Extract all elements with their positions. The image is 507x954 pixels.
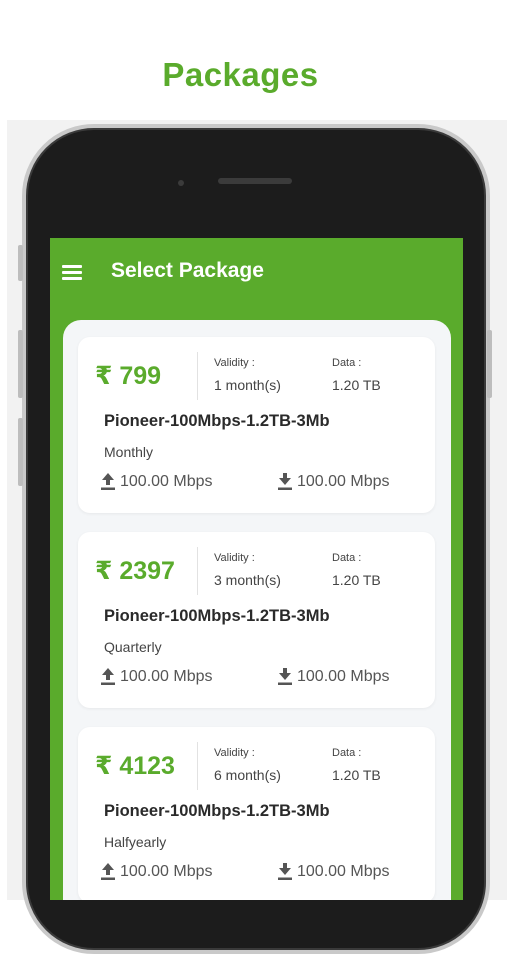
package-card-quarterly[interactable]: ₹ 2397 Validity : 3 month(s) Data : 1.20… bbox=[78, 532, 435, 708]
package-price: ₹ 799 bbox=[95, 362, 162, 390]
package-card-halfyearly[interactable]: ₹ 4123 Validity : 6 month(s) Data : 1.20… bbox=[78, 727, 435, 900]
earpiece-speaker bbox=[218, 178, 292, 184]
download-icon bbox=[278, 473, 292, 490]
data-value: 1.20 TB bbox=[332, 767, 381, 783]
package-card-monthly[interactable]: ₹ 799 Validity : 1 month(s) Data : 1.20 … bbox=[78, 337, 435, 513]
power-button bbox=[487, 330, 492, 398]
package-price: ₹ 2397 bbox=[95, 557, 175, 585]
volume-down-button bbox=[18, 418, 23, 486]
package-period: Quarterly bbox=[104, 639, 162, 655]
download-speed-value: 100.00 Mbps bbox=[297, 863, 390, 880]
download-icon bbox=[278, 668, 292, 685]
validity-label: Validity : bbox=[214, 357, 255, 369]
upload-icon bbox=[101, 473, 115, 490]
app-toolbar: Select Package bbox=[50, 238, 463, 308]
upload-speed-value: 100.00 Mbps bbox=[120, 863, 213, 880]
screen-title: Select Package bbox=[111, 259, 264, 282]
validity-value: 6 month(s) bbox=[214, 767, 281, 783]
mute-switch bbox=[18, 245, 23, 281]
upload-icon bbox=[101, 863, 115, 880]
app-screen: Select Package ₹ 799 Validity : 1 month(… bbox=[50, 238, 463, 900]
upload-speed: 100.00 Mbps bbox=[100, 473, 213, 491]
validity-value: 3 month(s) bbox=[214, 572, 281, 588]
page-title: Packages bbox=[162, 56, 319, 93]
volume-up-button bbox=[18, 330, 23, 398]
upload-speed: 100.00 Mbps bbox=[100, 668, 213, 686]
download-speed-value: 100.00 Mbps bbox=[297, 668, 390, 685]
package-name: Pioneer-100Mbps-1.2TB-3Mb bbox=[104, 412, 330, 430]
download-speed-value: 100.00 Mbps bbox=[297, 473, 390, 490]
package-name: Pioneer-100Mbps-1.2TB-3Mb bbox=[104, 802, 330, 820]
data-value: 1.20 TB bbox=[332, 377, 381, 393]
download-speed: 100.00 Mbps bbox=[277, 473, 390, 491]
upload-speed-value: 100.00 Mbps bbox=[120, 473, 213, 490]
download-icon bbox=[278, 863, 292, 880]
data-label: Data : bbox=[332, 747, 362, 759]
validity-label: Validity : bbox=[214, 552, 255, 564]
download-speed: 100.00 Mbps bbox=[277, 863, 390, 881]
package-list: ₹ 799 Validity : 1 month(s) Data : 1.20 … bbox=[63, 320, 451, 900]
front-camera bbox=[178, 180, 184, 186]
upload-speed: 100.00 Mbps bbox=[100, 863, 213, 881]
divider bbox=[197, 547, 198, 595]
validity-value: 1 month(s) bbox=[214, 377, 281, 393]
package-period: Halfyearly bbox=[104, 834, 167, 850]
download-speed: 100.00 Mbps bbox=[277, 668, 390, 686]
package-period: Monthly bbox=[104, 444, 154, 460]
hamburger-menu-icon[interactable] bbox=[62, 265, 82, 280]
data-label: Data : bbox=[332, 552, 362, 564]
upload-icon bbox=[101, 668, 115, 685]
data-label: Data : bbox=[332, 357, 362, 369]
data-value: 1.20 TB bbox=[332, 572, 381, 588]
package-name: Pioneer-100Mbps-1.2TB-3Mb bbox=[104, 607, 330, 625]
package-price: ₹ 4123 bbox=[95, 752, 175, 780]
validity-label: Validity : bbox=[214, 747, 255, 759]
divider bbox=[197, 352, 198, 400]
divider bbox=[197, 742, 198, 790]
upload-speed-value: 100.00 Mbps bbox=[120, 668, 213, 685]
